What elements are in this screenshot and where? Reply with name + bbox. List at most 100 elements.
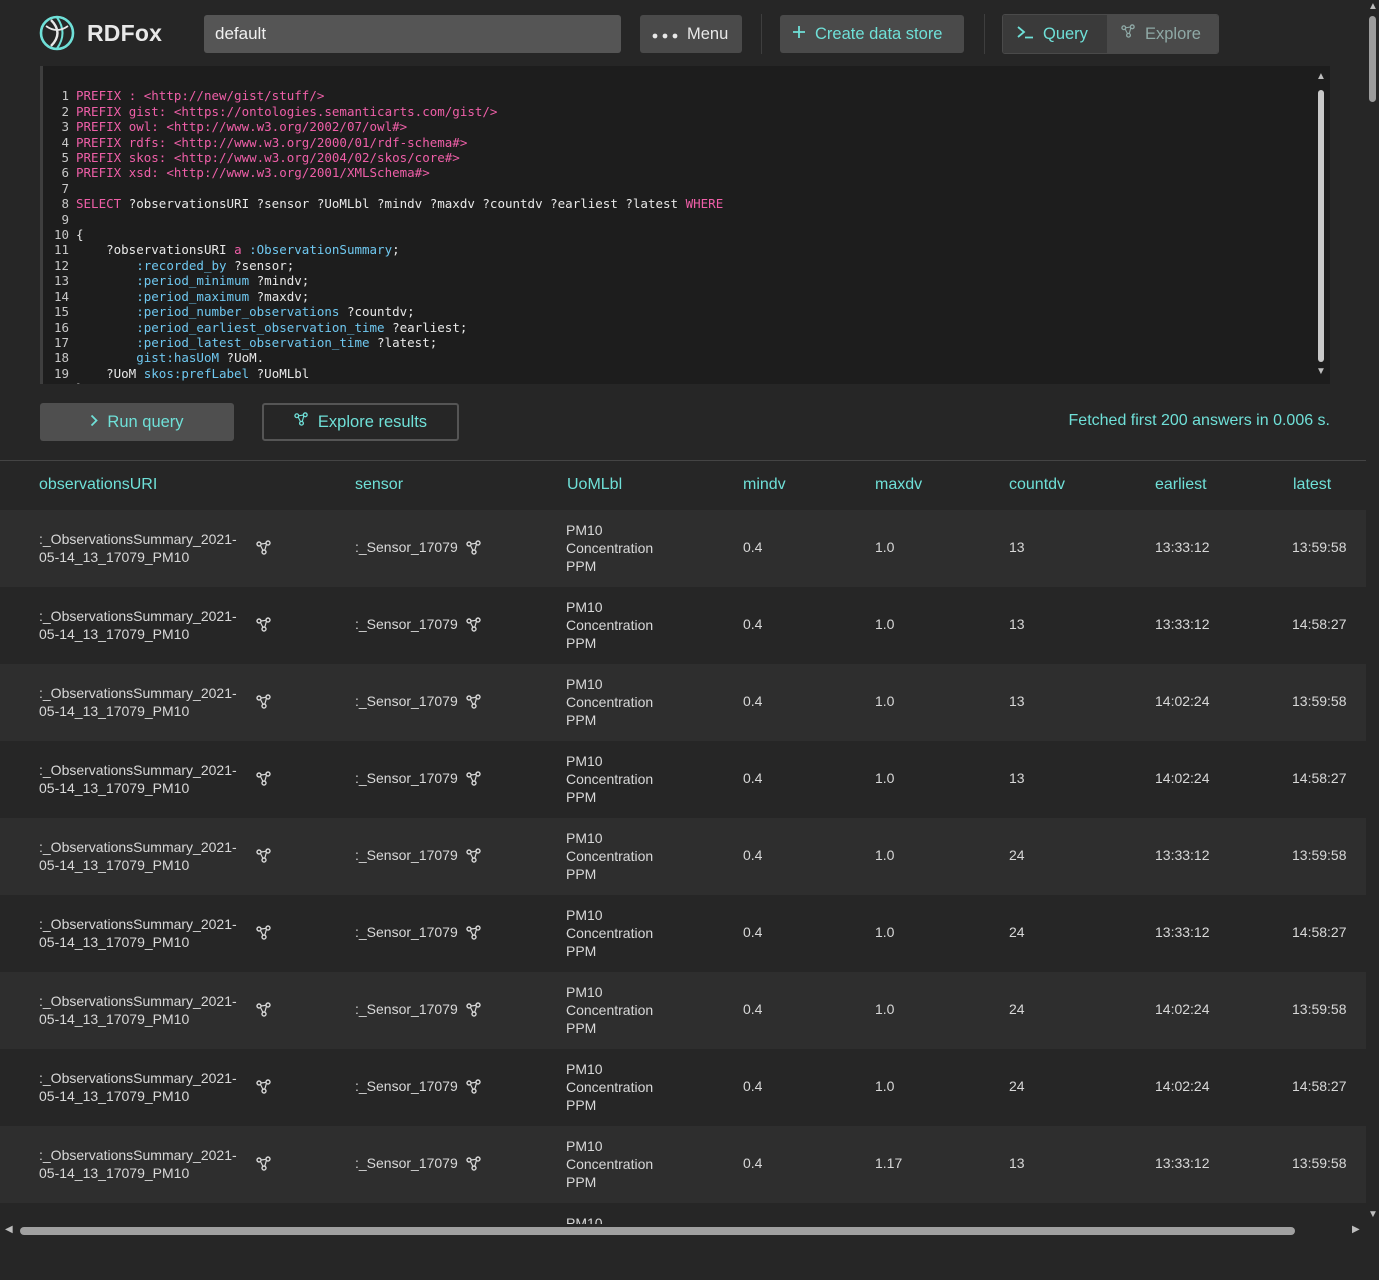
explore-node-icon[interactable]	[256, 848, 272, 867]
table-row[interactable]: :_ObservationsSummary_2021- 05-14_13_1707…	[0, 895, 1366, 972]
observation-uri-cell[interactable]: :_ObservationsSummary_2021- 05-14_13_1707…	[39, 530, 249, 566]
observation-uri-cell[interactable]: :_ObservationsSummary_2021- 05-14_13_1707…	[39, 761, 249, 797]
observation-uri-cell[interactable]: :_ObservationsSummary_2021- 05-14_13_1707…	[39, 607, 249, 643]
explore-node-icon[interactable]	[466, 771, 482, 790]
table-row[interactable]: :_ObservationsSummary_2021- 05-14_13_1707…	[0, 510, 1366, 587]
table-row[interactable]: :_ObservationsSummary_2021- 05-14_13_1707…	[0, 664, 1366, 741]
explore-node-icon[interactable]	[466, 848, 482, 867]
explore-node-icon[interactable]	[256, 925, 272, 944]
column-header[interactable]: mindv	[743, 476, 786, 494]
sensor-cell[interactable]: :_Sensor_17079	[355, 847, 458, 863]
explore-node-icon[interactable]	[466, 540, 482, 559]
maxdv-cell: 1.0	[875, 693, 895, 709]
scroll-right-icon[interactable]: ▶	[1352, 1225, 1360, 1235]
sensor-cell[interactable]: :_Sensor_17079	[355, 616, 458, 632]
sensor-cell[interactable]: :_Sensor_17079	[355, 1001, 458, 1017]
sensor-cell[interactable]: :_Sensor_17079	[355, 539, 458, 555]
mindv-cell: 0.4	[743, 539, 763, 555]
table-row[interactable]: :_ObservationsSummary_2021- 05-14_13_1707…	[0, 587, 1366, 664]
column-header[interactable]: sensor	[355, 476, 403, 494]
logo: RDFox	[38, 14, 162, 52]
latest-cell: 13:59:58	[1292, 539, 1347, 555]
earliest-cell: 14:02:24	[1155, 1001, 1210, 1017]
column-header[interactable]: maxdv	[875, 476, 922, 494]
editor-scroll-thumb[interactable]	[1318, 90, 1324, 362]
mindv-cell: 0.4	[743, 693, 763, 709]
table-row[interactable]: :_ObservationsSummary_2021- 05-14_13_1707…	[0, 1126, 1366, 1203]
explore-results-button[interactable]: Explore results	[262, 403, 459, 441]
query-editor[interactable]: 1 PREFIX : <http://new/gist/stuff/> 2 PREFI…	[40, 66, 1330, 384]
uom-label-cell: PM10 Concentration PPM	[566, 1138, 654, 1190]
latest-cell: 13:59:58	[1292, 1001, 1347, 1017]
code-line: 10{	[53, 227, 84, 243]
table-row[interactable]: :_ObservationsSummary_2021- 05-14_13_1707…	[0, 972, 1366, 1049]
earliest-cell: 13:33:12	[1155, 1155, 1210, 1171]
page-horizontal-scrollbar[interactable]: ◀ ▶	[0, 1224, 1366, 1237]
column-header[interactable]: countdv	[1009, 476, 1065, 494]
observation-uri-cell[interactable]: :_ObservationsSummary_2021- 05-14_13_1707…	[39, 838, 249, 874]
explore-node-icon[interactable]	[256, 771, 272, 790]
editor-scrollbar[interactable]: ▲ ▼	[1312, 66, 1330, 384]
observation-uri-cell[interactable]: :_ObservationsSummary_2021- 05-14_13_1707…	[39, 684, 249, 720]
table-row[interactable]: PM10	[0, 1203, 1366, 1280]
sensor-cell[interactable]: :_Sensor_17079	[355, 924, 458, 940]
code-line: 2 PREFIX gist: <https://ontologies.semant…	[61, 103, 498, 119]
scroll-down-icon[interactable]: ▼	[1316, 367, 1326, 377]
uri-part: 05-14_13_17079_PM10	[39, 626, 190, 642]
explore-node-icon[interactable]	[466, 1002, 482, 1021]
uri-part: :_ObservationsSummary_2021-	[39, 916, 237, 932]
tab-query[interactable]: Query	[1003, 15, 1107, 53]
sensor-cell[interactable]: :_Sensor_17079	[355, 693, 458, 709]
uri-part: :_ObservationsSummary_2021-	[39, 608, 237, 624]
explore-node-icon[interactable]	[256, 1156, 272, 1175]
sensor-cell[interactable]: :_Sensor_17079	[355, 770, 458, 786]
page-scroll-thumb[interactable]	[1369, 16, 1376, 102]
explore-node-icon[interactable]	[256, 1002, 272, 1021]
sensor-cell[interactable]: :_Sensor_17079	[355, 1078, 458, 1094]
table-body: :_ObservationsSummary_2021- 05-14_13_1707…	[0, 510, 1366, 1280]
explore-node-icon[interactable]	[256, 1079, 272, 1098]
uri-part: :_ObservationsSummary_2021-	[39, 1147, 237, 1163]
datastore-input[interactable]	[204, 15, 621, 53]
maxdv-cell: 1.0	[875, 539, 895, 555]
explore-node-icon[interactable]	[466, 925, 482, 944]
observation-uri-cell[interactable]: :_ObservationsSummary_2021- 05-14_13_1707…	[39, 1069, 249, 1105]
table-row[interactable]: :_ObservationsSummary_2021- 05-14_13_1707…	[0, 818, 1366, 895]
horizontal-scroll-thumb[interactable]	[20, 1227, 1295, 1235]
uom-label-cell: PM10 Concentration PPM	[566, 753, 654, 805]
explore-node-icon[interactable]	[256, 617, 272, 636]
toolbar-divider	[761, 14, 762, 54]
sensor-cell[interactable]: :_Sensor_17079	[355, 1155, 458, 1171]
maxdv-cell: 1.0	[875, 1078, 895, 1094]
table-row[interactable]: :_ObservationsSummary_2021- 05-14_13_1707…	[0, 741, 1366, 818]
scroll-up-icon[interactable]: ▲	[1316, 72, 1326, 82]
earliest-cell: 13:33:12	[1155, 539, 1210, 555]
run-query-button[interactable]: Run query	[40, 403, 234, 441]
scroll-down-icon[interactable]: ▼	[1368, 1210, 1378, 1220]
table-row[interactable]: :_ObservationsSummary_2021- 05-14_13_1707…	[0, 1049, 1366, 1126]
column-header[interactable]: earliest	[1155, 476, 1207, 494]
create-data-store-button[interactable]: Create data store	[780, 15, 964, 53]
uri-part: 05-14_13_17079_PM10	[39, 1165, 190, 1181]
explore-node-icon[interactable]	[466, 1156, 482, 1175]
explore-node-icon[interactable]	[256, 540, 272, 559]
code-line: 7	[61, 180, 69, 196]
explore-label: Explore	[1145, 24, 1201, 43]
explore-node-icon[interactable]	[466, 1079, 482, 1098]
column-header[interactable]: observationsURI	[39, 476, 157, 494]
earliest-cell: 14:02:24	[1155, 1078, 1210, 1094]
explore-node-icon[interactable]	[466, 694, 482, 713]
column-header[interactable]: UoMLbl	[567, 476, 622, 494]
observation-uri-cell[interactable]: :_ObservationsSummary_2021- 05-14_13_1707…	[39, 992, 249, 1028]
scroll-left-icon[interactable]: ◀	[5, 1225, 13, 1235]
explore-node-icon[interactable]	[256, 694, 272, 713]
terminal-icon	[1017, 25, 1034, 44]
observation-uri-cell[interactable]: :_ObservationsSummary_2021- 05-14_13_1707…	[39, 1146, 249, 1182]
observation-uri-cell[interactable]: :_ObservationsSummary_2021- 05-14_13_1707…	[39, 915, 249, 951]
tab-explore[interactable]: Explore	[1107, 15, 1218, 53]
explore-node-icon[interactable]	[466, 617, 482, 636]
column-header[interactable]: latest	[1293, 476, 1331, 494]
scroll-up-icon[interactable]: ▲	[1368, 2, 1378, 12]
page-vertical-scrollbar[interactable]: ▲ ▼	[1366, 0, 1379, 1237]
menu-button[interactable]: Menu	[640, 15, 742, 53]
